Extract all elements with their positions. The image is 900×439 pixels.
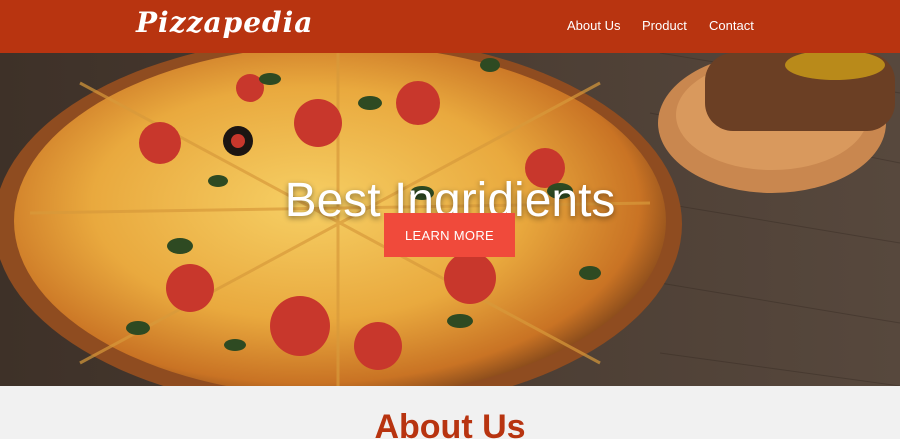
nav-link-product[interactable]: Product bbox=[642, 18, 687, 33]
nav-link-about-us[interactable]: About Us bbox=[567, 18, 620, 33]
about-section-title: About Us bbox=[374, 408, 526, 439]
about-section: About Us bbox=[0, 386, 900, 439]
brand-logo[interactable]: Pizzapedia bbox=[136, 6, 313, 39]
learn-more-button[interactable]: LEARN MORE bbox=[384, 213, 515, 257]
hero-section: Best Ingridients LEARN MORE bbox=[0, 53, 900, 386]
nav-link-contact[interactable]: Contact bbox=[709, 18, 754, 33]
navbar: Pizzapedia About Us Product Contact bbox=[0, 0, 900, 53]
